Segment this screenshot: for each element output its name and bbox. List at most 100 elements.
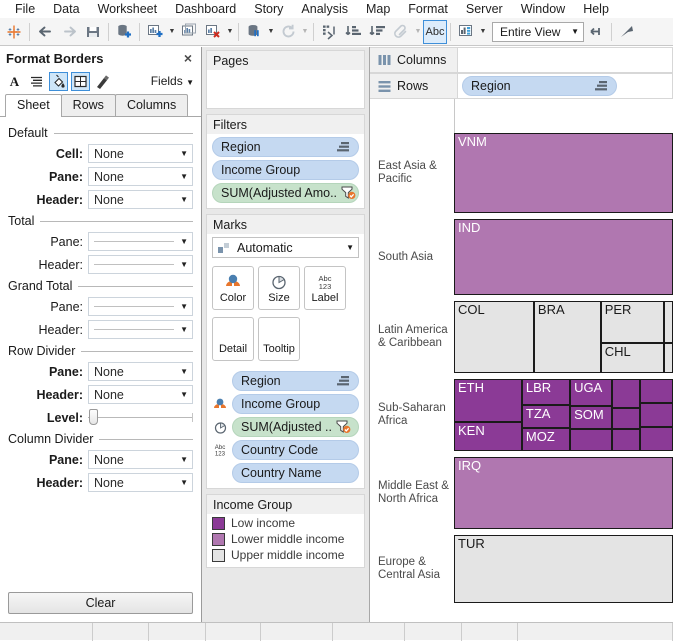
format-combo-header[interactable]: None ▼ <box>88 190 193 209</box>
refresh-icon[interactable] <box>276 20 300 44</box>
format-tab-sheet[interactable]: Sheet <box>5 94 62 117</box>
marks-pill-3[interactable]: Country Code <box>232 440 359 460</box>
menu-item-worksheet[interactable]: Worksheet <box>89 0 167 18</box>
format-combo-pane[interactable]: None ▼ <box>88 450 193 469</box>
treemap-cell[interactable]: TZA <box>521 404 571 428</box>
share-icon[interactable] <box>615 20 639 44</box>
format-tab-columns[interactable]: Columns <box>114 94 189 116</box>
treemap-visualization[interactable]: East Asia & Pacific VNM South Asia IND Latin… <box>370 99 673 622</box>
format-combo-header[interactable]: ▼ <box>88 320 193 339</box>
marks-button-color[interactable]: Color <box>212 266 254 310</box>
treemap-cell[interactable]: MOZ <box>521 427 571 451</box>
format-combo-pane[interactable]: ▼ <box>88 232 193 251</box>
show-me-icon[interactable] <box>454 20 478 44</box>
marks-button-label[interactable]: Abc 123 Label <box>304 266 346 310</box>
treemap-cell[interactable] <box>611 429 641 451</box>
font-format-icon[interactable]: A <box>5 72 24 91</box>
treemap-cell[interactable]: COL <box>454 301 534 373</box>
sort-descending-icon[interactable] <box>365 20 389 44</box>
pause-dropdown-caret[interactable]: ▼ <box>266 20 276 44</box>
treemap-cell[interactable]: UGA <box>570 379 612 406</box>
show-me-dropdown-caret[interactable]: ▼ <box>478 20 488 44</box>
level-slider[interactable] <box>88 408 193 427</box>
filters-card-body[interactable]: Region Income Group SUM(Adjusted Amo.. <box>207 134 364 208</box>
treemap-cell[interactable]: VNM <box>454 133 673 213</box>
rows-drop-zone[interactable]: Region <box>458 73 673 99</box>
marks-button-size[interactable]: Size <box>258 266 300 310</box>
tableau-logo-icon[interactable] <box>2 20 26 44</box>
format-combo-header[interactable]: ▼ <box>88 255 193 274</box>
treemap-cell[interactable]: PER <box>600 301 665 343</box>
filter-applied-icon[interactable] <box>336 420 351 434</box>
filter-applied-icon[interactable] <box>341 186 356 200</box>
new-worksheet-icon[interactable] <box>143 20 167 44</box>
marks-pill-1[interactable]: Income Group <box>232 394 359 414</box>
new-worksheet-dropdown-caret[interactable]: ▼ <box>167 20 177 44</box>
treemap-cell[interactable] <box>664 301 673 343</box>
marks-button-detail[interactable]: Detail <box>212 317 254 361</box>
legend-item[interactable]: Low income <box>212 516 359 530</box>
treemap-cell[interactable]: BRA <box>533 301 601 373</box>
pause-auto-update-icon[interactable] <box>242 20 266 44</box>
format-combo-cell[interactable]: None ▼ <box>88 144 193 163</box>
treemap-cell[interactable]: IRQ <box>454 457 673 529</box>
treemap-cell[interactable] <box>611 379 641 408</box>
close-icon[interactable]: × <box>181 50 195 66</box>
format-combo-pane[interactable]: ▼ <box>88 297 193 316</box>
menu-item-server[interactable]: Server <box>457 0 512 18</box>
marks-button-tooltip[interactable]: Tooltip <box>258 317 300 361</box>
new-data-source-icon[interactable] <box>112 20 136 44</box>
menu-item-file[interactable]: File <box>6 0 44 18</box>
hierarchy-dimension-icon[interactable] <box>336 375 350 387</box>
columns-drop-zone[interactable] <box>458 47 673 73</box>
format-combo-pane[interactable]: None ▼ <box>88 167 193 186</box>
lines-format-icon[interactable] <box>93 72 112 91</box>
clear-sheet-dropdown-caret[interactable]: ▼ <box>225 20 235 44</box>
menu-item-window[interactable]: Window <box>512 0 574 18</box>
clear-button[interactable]: Clear <box>8 592 193 614</box>
treemap-cell[interactable]: CHL <box>600 342 665 373</box>
treemap-cell[interactable]: TUR <box>454 535 673 603</box>
treemap-cell[interactable] <box>570 429 612 451</box>
hierarchy-dimension-icon[interactable] <box>594 80 608 92</box>
shading-format-icon[interactable] <box>49 71 68 91</box>
marks-pill-4[interactable]: Country Name <box>232 463 359 483</box>
treemap-cell[interactable]: ETH <box>454 379 522 423</box>
swap-rows-columns-icon[interactable] <box>317 20 341 44</box>
legend-item[interactable]: Upper middle income <box>212 548 359 562</box>
format-combo-header[interactable]: None ▼ <box>88 385 193 404</box>
marks-pill-0[interactable]: Region <box>232 371 359 391</box>
menu-item-story[interactable]: Story <box>245 0 292 18</box>
clear-sheet-icon[interactable] <box>201 20 225 44</box>
menu-item-analysis[interactable]: Analysis <box>292 0 357 18</box>
highlight-icon[interactable] <box>389 20 413 44</box>
fields-dropdown[interactable]: Fields ▼ <box>151 74 196 88</box>
borders-format-icon[interactable] <box>71 71 90 91</box>
menu-item-dashboard[interactable]: Dashboard <box>166 0 245 18</box>
filter-pill-2[interactable]: SUM(Adjusted Amo.. <box>212 183 359 203</box>
treemap-cell[interactable] <box>640 426 673 451</box>
show-mark-labels-icon[interactable]: Abc <box>423 19 447 44</box>
menu-item-map[interactable]: Map <box>357 0 399 18</box>
treemap-cell[interactable] <box>640 402 673 427</box>
refresh-dropdown-caret[interactable]: ▼ <box>300 20 310 44</box>
marks-pill-2[interactable]: SUM(Adjusted .. <box>232 417 359 437</box>
fit-select[interactable]: Entire View ▼ <box>492 21 584 42</box>
treemap-cell[interactable] <box>611 407 641 430</box>
redo-icon[interactable] <box>57 20 81 44</box>
undo-icon[interactable] <box>33 20 57 44</box>
presentation-mode-icon[interactable] <box>584 20 608 44</box>
menu-item-format[interactable]: Format <box>399 0 457 18</box>
legend-item[interactable]: Lower middle income <box>212 532 359 546</box>
mark-type-select[interactable]: Automatic ▼ <box>212 237 359 258</box>
alignment-format-icon[interactable] <box>27 72 46 91</box>
save-icon[interactable] <box>81 20 105 44</box>
pages-card-body[interactable] <box>207 70 364 108</box>
treemap-cell[interactable] <box>640 379 673 403</box>
treemap-cell[interactable] <box>664 342 673 373</box>
format-tab-rows[interactable]: Rows <box>60 94 116 116</box>
treemap-cell[interactable]: KEN <box>454 422 522 451</box>
rows-pill-region[interactable]: Region <box>462 76 617 96</box>
menu-item-data[interactable]: Data <box>44 0 88 18</box>
treemap-cell[interactable]: LBR <box>521 379 571 405</box>
